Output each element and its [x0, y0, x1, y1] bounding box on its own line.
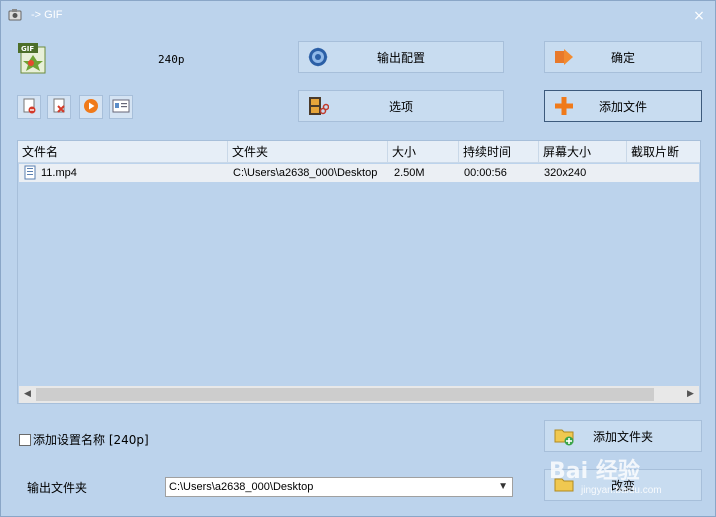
cell-filename: 11.mp4: [41, 167, 77, 179]
cell-size: 2.50M: [394, 167, 425, 179]
output-folder-value: C:\Users\a2638_000\Desktop: [169, 481, 314, 493]
cell-screen-size: 320x240: [544, 167, 587, 179]
table-row[interactable]: 11.mp4 C:\Users\a2638_000\Desktop 2.50M …: [19, 164, 699, 182]
scroll-right-icon[interactable]: ▶: [682, 386, 699, 403]
add-setting-name-label: 添加设置名称 [240p]: [33, 433, 149, 447]
app-icon: [8, 8, 22, 22]
column-header-screen-size[interactable]: 屏幕大小: [539, 141, 627, 163]
column-header-folder[interactable]: 文件夹: [228, 141, 388, 163]
ok-button[interactable]: 确定: [544, 41, 702, 73]
column-header-size[interactable]: 大小: [388, 141, 459, 163]
play-button[interactable]: [79, 95, 103, 119]
add-file-button[interactable]: 添加文件: [544, 90, 702, 122]
column-header-duration[interactable]: 持续时间: [459, 141, 539, 163]
remove-file-button[interactable]: [17, 95, 41, 119]
cell-clip: [632, 164, 698, 182]
column-header-clip[interactable]: 截取片断: [627, 141, 700, 163]
watermark-url: jingyan.baidu.com: [581, 485, 662, 496]
watermark-logo: Bai 经验: [549, 459, 640, 484]
play-icon: [83, 98, 99, 117]
add-folder-icon: [553, 425, 575, 447]
add-setting-name-checkbox[interactable]: [19, 433, 31, 446]
options-label: 选项: [388, 99, 413, 114]
file-list[interactable]: 文件名 文件夹 大小 持续时间 屏幕大小 截取片断 11.mp4 C:\User…: [17, 140, 701, 404]
video-file-icon: [24, 165, 38, 183]
main-window: -> GIF × GIF 240p 输出配置 确定 选项 添加文件 文件名 文件…: [0, 0, 716, 517]
add-setting-name-option[interactable]: 添加设置名称 [240p]: [19, 431, 149, 448]
info-button[interactable]: [109, 95, 133, 119]
window-title: -> GIF: [31, 9, 63, 21]
info-icon: [112, 99, 130, 116]
list-header: 文件名 文件夹 大小 持续时间 屏幕大小 截取片断: [18, 141, 700, 163]
profile-label: 240p: [158, 53, 185, 66]
output-folder-select[interactable]: C:\Users\a2638_000\Desktop ▼: [165, 477, 513, 497]
title-bar: -> GIF ×: [1, 1, 715, 31]
arrow-right-icon: [553, 46, 575, 68]
clear-list-button[interactable]: [47, 95, 71, 119]
film-scissors-icon: [307, 95, 330, 117]
horizontal-scrollbar[interactable]: ◀ ▶: [19, 386, 699, 403]
clear-list-icon: [51, 98, 67, 117]
chevron-down-icon[interactable]: ▼: [498, 478, 508, 496]
close-button[interactable]: ×: [691, 8, 707, 24]
output-folder-label: 输出文件夹: [27, 481, 88, 495]
gif-format-icon: GIF: [18, 43, 48, 75]
options-button[interactable]: 选项: [298, 90, 504, 122]
add-folder-button[interactable]: 添加文件夹: [544, 420, 702, 452]
scrollbar-thumb[interactable]: [36, 388, 654, 401]
gear-icon: [307, 46, 329, 68]
svg-text:GIF: GIF: [21, 45, 34, 53]
remove-file-icon: [21, 98, 37, 117]
scroll-left-icon[interactable]: ◀: [19, 386, 36, 403]
column-header-filename[interactable]: 文件名: [18, 141, 228, 163]
plus-icon: [553, 95, 575, 117]
cell-folder: C:\Users\a2638_000\Desktop: [233, 167, 378, 179]
output-config-label: 输出配置: [376, 50, 425, 65]
output-config-button[interactable]: 输出配置: [298, 41, 504, 73]
cell-duration: 00:00:56: [464, 167, 507, 179]
